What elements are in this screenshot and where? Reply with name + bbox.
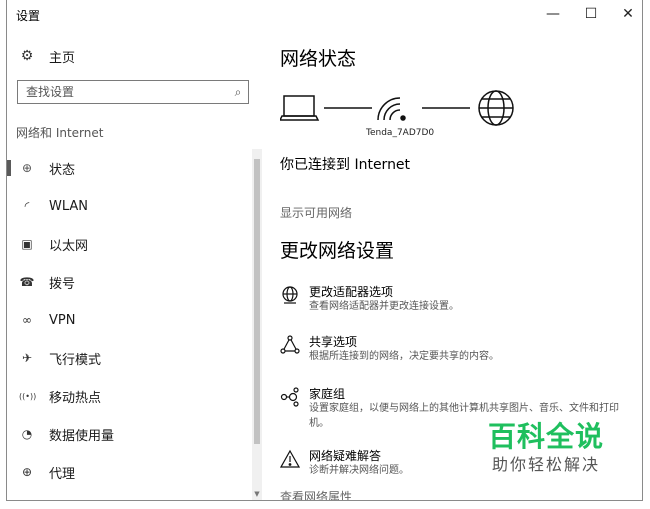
warning-icon — [280, 449, 300, 468]
option-desc: 查看网络适配器并更改连接设置。 — [309, 301, 459, 312]
page-title: 网络状态 — [280, 48, 357, 70]
sidebar-item-label: 拨号 — [49, 276, 76, 292]
watermark-subtitle: 助你轻松解决 — [491, 455, 600, 474]
hotspot-icon: ((•)) — [19, 391, 37, 401]
homegroup-icon — [280, 387, 299, 407]
sidebar-item-label: VPN — [49, 312, 76, 328]
sidebar-item-label: 数据使用量 — [49, 428, 115, 444]
sidebar-item-6[interactable]: ((•)) 移动热点 — [7, 377, 252, 415]
watermark-logo: 百科全说 助你轻松解决 — [484, 420, 608, 476]
option-desc: 根据所连接到的网络，决定要共享的内容。 — [309, 351, 499, 362]
section-label: 网络和 Internet — [16, 126, 104, 140]
search-input[interactable] — [18, 82, 228, 102]
proxy-icon: ⊕ — [21, 465, 33, 479]
globe-icon — [478, 90, 514, 126]
maximize-button[interactable]: ☐ — [573, 0, 609, 28]
option-title: 共享选项 — [309, 335, 358, 349]
sidebar-item-1[interactable]: ◜ WLAN — [7, 187, 252, 225]
change-settings-title: 更改网络设置 — [280, 240, 395, 262]
sidebar-item-4[interactable]: ∞ VPN — [7, 301, 252, 339]
sidebar-scrollbar[interactable]: ▼ — [252, 149, 262, 500]
sidebar-item-label: 以太网 — [49, 238, 89, 254]
sidebar-item-label: 飞行模式 — [49, 352, 102, 368]
connection-status: 你已连接到 Internet — [280, 157, 411, 173]
airplane-icon: ✈ — [21, 351, 33, 365]
sidebar-item-3[interactable]: ☎ 拨号 — [7, 263, 252, 301]
sidebar-item-label: 代理 — [49, 466, 76, 482]
search-box[interactable]: ⌕ — [17, 80, 249, 104]
show-networks-link[interactable]: 显示可用网络 — [280, 204, 352, 221]
sidebar-item-label: 状态 — [49, 162, 76, 178]
wifi-icon — [377, 97, 406, 121]
sidebar-item-label: WLAN — [49, 198, 89, 214]
home-nav-item[interactable]: ⚙ 主页 — [19, 46, 75, 66]
laptop-icon — [280, 95, 320, 121]
ethernet-icon: ▣ — [21, 237, 33, 251]
network-name: Tenda_7AD7D0 — [366, 128, 435, 138]
minimize-button[interactable]: — — [535, 0, 571, 28]
scrollbar-thumb[interactable] — [254, 159, 260, 444]
network-diagram-graphic — [280, 90, 514, 126]
sidebar-item-0[interactable]: ⊕ 状态 — [7, 149, 252, 187]
option-title: 更改适配器选项 — [309, 285, 394, 299]
network-diagram: Tenda_7AD7D0 — [280, 90, 520, 146]
watermark-title: 百科全说 — [487, 420, 604, 453]
scroll-down-arrow-icon[interactable]: ▼ — [252, 490, 262, 498]
window-title: 设置 — [16, 9, 41, 23]
sharing-icon — [280, 335, 300, 354]
gear-icon: ⚙ — [20, 48, 34, 64]
close-button[interactable]: ✕ — [610, 0, 646, 28]
sidebar-item-7[interactable]: ◔ 数据使用量 — [7, 415, 252, 453]
option-title: 网络疑难解答 — [309, 449, 382, 463]
sidebar-item-8[interactable]: ⊕ 代理 — [7, 453, 252, 491]
nav-list: ⊕ 状态 ◜ WLAN ▣ 以太网 ☎ 拨号 ∞ VPN ✈ 飞行模式 ((•)) 移动热点 ◔ 数据使用量 ⊕… — [7, 149, 252, 491]
adapter-globe-icon — [282, 286, 298, 304]
wifi-icon: ◜ — [24, 199, 30, 213]
sidebar-item-2[interactable]: ▣ 以太网 — [7, 225, 252, 263]
option-title: 家庭组 — [309, 387, 346, 401]
view-properties-link[interactable]: 查看网络属性 — [280, 488, 352, 500]
sidebar-item-label: 移动热点 — [49, 390, 102, 406]
vpn-icon: ∞ — [22, 313, 32, 327]
home-label: 主页 — [49, 50, 76, 66]
dialup-icon: ☎ — [19, 275, 35, 289]
title-bar: 设置 — ☐ ✕ — [7, 0, 642, 30]
globe-icon: ⊕ — [21, 161, 33, 175]
sidebar-item-5[interactable]: ✈ 飞行模式 — [7, 339, 252, 377]
search-icon[interactable]: ⌕ — [228, 85, 248, 100]
sidebar: ⚙ 主页 ⌕ 网络和 Internet ⊕ 状态 ◜ WLAN ▣ 以太网 ☎ 拨号 ∞ VPN ✈… — [7, 30, 262, 500]
data-usage-icon: ◔ — [21, 427, 33, 441]
